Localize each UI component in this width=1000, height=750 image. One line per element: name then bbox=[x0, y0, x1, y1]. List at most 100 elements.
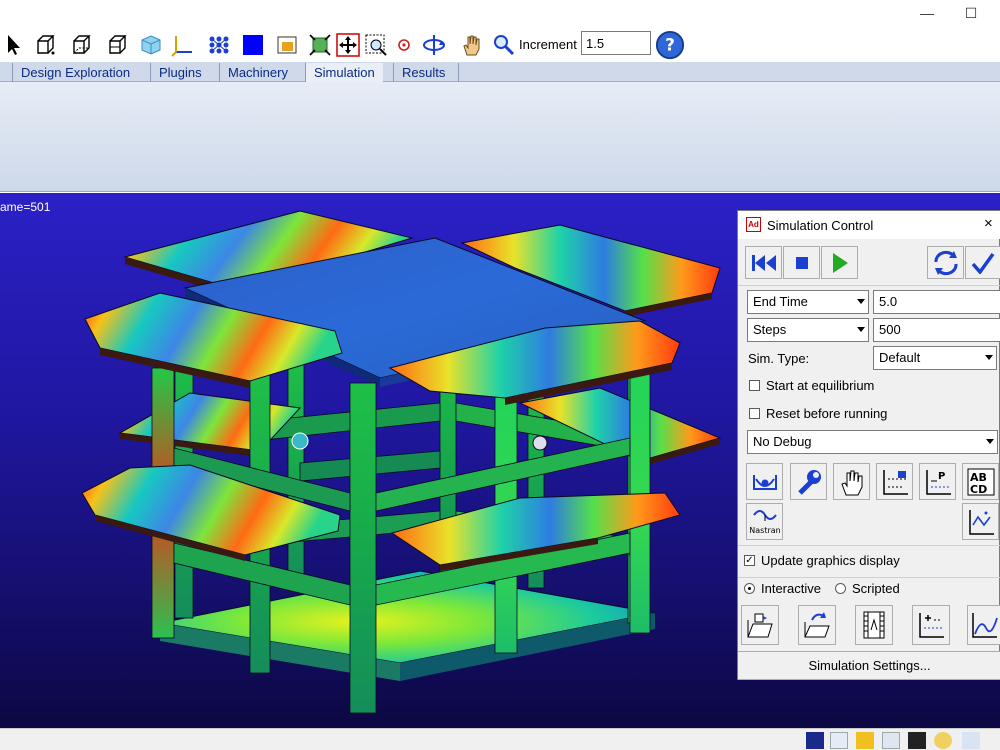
animation-button[interactable] bbox=[855, 605, 893, 645]
plot-p-button[interactable]: P bbox=[919, 463, 956, 500]
stop-button[interactable] bbox=[783, 246, 820, 279]
interactive-radio[interactable] bbox=[744, 583, 755, 594]
simulation-control-panel: Ad Simulation Control × End Time 5.0 Ste… bbox=[737, 210, 1000, 680]
reset-before-running-checkbox[interactable] bbox=[749, 408, 760, 419]
svg-text:?: ? bbox=[665, 35, 675, 55]
tab-simulation[interactable]: Simulation bbox=[305, 63, 383, 82]
wrench-button[interactable] bbox=[790, 463, 827, 500]
start-at-equilibrium-label: Start at equilibrium bbox=[766, 378, 875, 393]
grab-button[interactable] bbox=[833, 463, 870, 500]
tray-icon[interactable] bbox=[882, 732, 900, 749]
tray-icon[interactable] bbox=[806, 732, 824, 749]
color-square-icon[interactable] bbox=[239, 31, 267, 59]
chevron-down-icon bbox=[857, 299, 865, 304]
close-button[interactable]: × bbox=[984, 215, 993, 232]
measure-button[interactable] bbox=[876, 463, 913, 500]
save-folder-icon bbox=[804, 612, 830, 638]
plot-points-icon bbox=[968, 509, 994, 535]
main-toolbar: Increment ? bbox=[0, 28, 1000, 62]
divider bbox=[738, 545, 1000, 546]
maximize-button[interactable]: ☐ bbox=[960, 3, 982, 23]
rotate-icon[interactable] bbox=[420, 31, 448, 59]
tab-machinery[interactable]: Machinery bbox=[219, 63, 296, 82]
ribbon-panel bbox=[0, 82, 1000, 192]
scripted-radio[interactable] bbox=[835, 583, 846, 594]
nastran-label: Nastran bbox=[750, 526, 780, 535]
svg-text:P: P bbox=[938, 471, 945, 482]
select-arrow-icon[interactable] bbox=[0, 31, 28, 59]
zoom-icon[interactable] bbox=[490, 31, 518, 59]
sensor-button[interactable] bbox=[746, 463, 783, 500]
sensor-icon bbox=[752, 474, 777, 490]
film-icon bbox=[863, 611, 885, 639]
pan-hand-icon[interactable] bbox=[458, 31, 486, 59]
chevron-down-icon bbox=[985, 355, 993, 360]
hand-icon bbox=[840, 470, 862, 495]
rewind-button[interactable] bbox=[745, 246, 782, 279]
increment-label: Increment bbox=[519, 37, 577, 52]
play-button[interactable] bbox=[821, 246, 858, 279]
start-at-equilibrium-checkbox[interactable] bbox=[749, 380, 760, 391]
plot-markers-icon bbox=[919, 613, 944, 638]
abcd-icon: ABCD bbox=[967, 468, 994, 496]
window-titlebar: — ☐ bbox=[0, 0, 1000, 28]
tab-plugins[interactable]: Plugins bbox=[150, 63, 210, 82]
fit-icon[interactable] bbox=[306, 31, 334, 59]
view-front-icon[interactable] bbox=[32, 31, 60, 59]
tray-icon[interactable] bbox=[908, 732, 926, 749]
reset-before-running-label: Reset before running bbox=[766, 406, 888, 421]
view-iso-icon[interactable] bbox=[68, 31, 96, 59]
plot-curve-icon bbox=[972, 613, 998, 638]
load-script-button[interactable] bbox=[741, 605, 779, 645]
end-time-select[interactable]: End Time bbox=[747, 290, 869, 314]
tab-results[interactable]: Results bbox=[393, 63, 453, 82]
scripted-radio-label: Scripted bbox=[852, 581, 900, 596]
interactive-radio-label: Interactive bbox=[761, 581, 821, 596]
zoom-fit-icon[interactable] bbox=[334, 31, 362, 59]
abcd-button[interactable]: AB CD bbox=[962, 463, 999, 500]
plot-points-button[interactable] bbox=[962, 503, 999, 540]
simulation-settings-label: Simulation Settings... bbox=[808, 658, 931, 673]
divider bbox=[738, 285, 1000, 286]
help-icon[interactable]: ? bbox=[654, 29, 686, 61]
plot-curve-button[interactable] bbox=[967, 605, 1000, 645]
axes-icon[interactable] bbox=[168, 31, 196, 59]
sim-panel-titlebar[interactable]: Ad Simulation Control × bbox=[738, 211, 1000, 239]
tray-icon[interactable] bbox=[934, 732, 952, 749]
open-folder-icon bbox=[747, 613, 773, 638]
plot-markers-button[interactable] bbox=[912, 605, 950, 645]
zoom-box-icon[interactable] bbox=[362, 31, 390, 59]
update-graphics-checkbox[interactable]: ✓ bbox=[744, 555, 755, 566]
sim-type-select[interactable]: Default bbox=[873, 346, 997, 370]
view-side-icon[interactable] bbox=[104, 31, 132, 59]
plot-p-icon: P bbox=[925, 469, 951, 495]
end-time-select-label: End Time bbox=[753, 294, 808, 309]
save-script-button[interactable] bbox=[798, 605, 836, 645]
sim-panel-title: Simulation Control bbox=[767, 218, 874, 233]
debug-select-value: No Debug bbox=[753, 434, 812, 449]
steps-input[interactable]: 500 bbox=[873, 318, 1000, 342]
tray-icon[interactable] bbox=[962, 732, 980, 749]
nastran-button[interactable]: Nastran bbox=[746, 503, 783, 540]
simulation-settings-button[interactable]: Simulation Settings... bbox=[738, 651, 1000, 680]
minimize-button[interactable]: — bbox=[916, 3, 938, 23]
ribbon-tabs: Design Exploration Plugins Machinery Sim… bbox=[0, 62, 1000, 82]
end-time-input[interactable]: 5.0 bbox=[873, 290, 1000, 314]
play-icon bbox=[832, 252, 848, 273]
checkmark-icon bbox=[971, 252, 995, 274]
refresh-icon bbox=[934, 250, 957, 275]
solid-cube-icon[interactable] bbox=[137, 31, 165, 59]
mesh-icon[interactable] bbox=[205, 31, 233, 59]
target-icon[interactable] bbox=[390, 31, 418, 59]
apply-button[interactable] bbox=[965, 246, 1000, 279]
render-icon[interactable] bbox=[273, 31, 301, 59]
debug-select[interactable]: No Debug bbox=[747, 430, 998, 454]
steps-select[interactable]: Steps bbox=[747, 318, 869, 342]
tray-icon[interactable] bbox=[856, 732, 874, 749]
svg-text:CD: CD bbox=[970, 483, 987, 496]
increment-input[interactable] bbox=[581, 31, 651, 55]
tray-icon[interactable] bbox=[830, 732, 848, 749]
update-graphics-label: Update graphics display bbox=[761, 553, 900, 568]
reset-button[interactable] bbox=[927, 246, 964, 279]
tab-design-exploration[interactable]: Design Exploration bbox=[12, 63, 138, 82]
